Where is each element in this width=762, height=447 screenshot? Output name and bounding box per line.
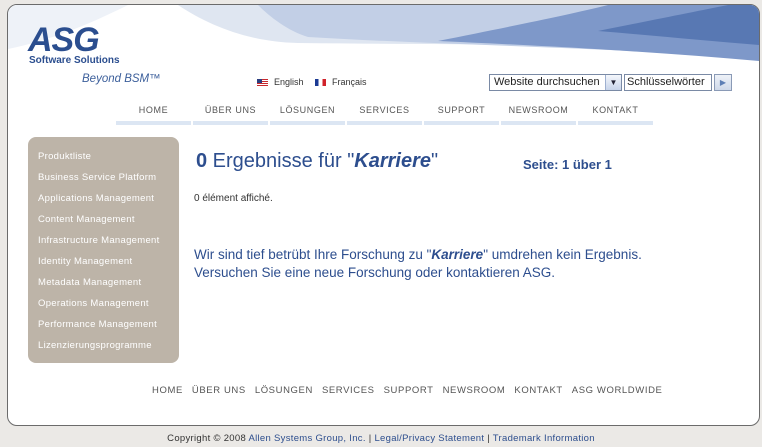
sidebar-item-business-service-platform[interactable]: Business Service Platform — [38, 172, 156, 183]
footer-link-kontakt[interactable]: KONTAKT — [514, 385, 562, 396]
legal-privacy-link[interactable]: Legal/Privacy Statement — [374, 433, 484, 444]
language-label: Français — [332, 77, 367, 87]
nav-kontakt[interactable]: KONTAKT — [578, 104, 653, 125]
logo-tagline: Beyond BSM™ — [82, 73, 161, 85]
company-link[interactable]: Allen Systems Group, Inc. — [248, 433, 365, 444]
footer-link-services[interactable]: SERVICES — [322, 385, 375, 396]
nav-support[interactable]: SUPPORT — [424, 104, 499, 125]
logo-wordmark: ASG — [28, 21, 100, 59]
search-query: Karriere — [354, 150, 432, 172]
sidebar-item-lizenzierungsprogramme[interactable]: Lizenzierungsprogramme — [38, 340, 152, 351]
sidebar-item-metadata-management[interactable]: Metadata Management — [38, 277, 141, 288]
footer-link-uber-uns[interactable]: ÜBER UNS — [192, 385, 246, 396]
copyright-prefix: Copyright © 2008 — [167, 433, 249, 444]
footer-nav: HOME ÜBER UNS LÖSUNGEN SERVICES SUPPORT … — [152, 385, 671, 396]
nav-newsroom[interactable]: NEWSROOM — [501, 104, 576, 125]
footer-link-home[interactable]: HOME — [152, 385, 183, 396]
logo-subtitle: Software Solutions — [29, 55, 120, 66]
sidebar-item-content-management[interactable]: Content Management — [38, 214, 135, 225]
page-indicator: Seite: 1 über 1 — [523, 157, 612, 172]
items-shown-text: 0 élément affiché. — [194, 193, 273, 204]
search-scope-select[interactable]: Website durchsuchen ▼ — [489, 74, 622, 91]
copyright-separator: | — [484, 433, 493, 444]
language-french-link[interactable]: Français — [315, 77, 367, 87]
search-scope-value: Website durchsuchen — [494, 76, 600, 88]
message-query: Karriere — [431, 247, 484, 262]
search-go-button[interactable]: ▶ — [714, 74, 732, 91]
results-title: 0 Ergebnisse für "Karriere" — [196, 150, 438, 173]
search-keyword-input[interactable]: Schlüsselwörter — [624, 74, 712, 91]
sidebar-item-produktliste[interactable]: Produktliste — [38, 151, 91, 162]
sidebar-item-operations-management[interactable]: Operations Management — [38, 298, 149, 309]
nav-losungen[interactable]: LÖSUNGEN — [270, 104, 345, 125]
france-flag-icon — [315, 79, 326, 87]
copyright-bar: Copyright © 2008 Allen Systems Group, In… — [0, 433, 762, 444]
result-count: 0 — [196, 150, 208, 172]
arrow-right-icon: ▶ — [719, 78, 727, 87]
footer-link-support[interactable]: SUPPORT — [384, 385, 434, 396]
asg-logo[interactable]: ASG Software Solutions — [28, 21, 120, 67]
main-nav: HOME ÜBER UNS LÖSUNGEN SERVICES SUPPORT … — [116, 104, 655, 125]
nav-home[interactable]: HOME — [116, 104, 191, 125]
sidebar-item-applications-management[interactable]: Applications Management — [38, 193, 154, 204]
language-label: English — [274, 77, 304, 87]
header-swoosh — [8, 5, 759, 61]
chevron-down-icon[interactable]: ▼ — [605, 75, 621, 90]
product-sidebar: Produktliste Business Service Platform A… — [28, 137, 179, 363]
page-frame: ASG Software Solutions Beyond BSM™ Engli… — [7, 4, 760, 426]
sidebar-item-identity-management[interactable]: Identity Management — [38, 256, 132, 267]
nav-services[interactable]: SERVICES — [347, 104, 422, 125]
no-results-message: Wir sind tief betrübt Ihre Forschung zu … — [194, 246, 664, 282]
us-flag-icon — [257, 79, 268, 87]
language-english-link[interactable]: English — [257, 77, 304, 87]
footer-link-asg-worldwide[interactable]: ASG WORLDWIDE — [572, 385, 663, 396]
trademark-link[interactable]: Trademark Information — [493, 433, 595, 444]
results-title-end: " — [431, 150, 439, 172]
footer-link-losungen[interactable]: LÖSUNGEN — [255, 385, 313, 396]
sidebar-item-performance-management[interactable]: Performance Management — [38, 319, 157, 330]
sidebar-item-infrastructure-management[interactable]: Infrastructure Management — [38, 235, 160, 246]
nav-uber-uns[interactable]: ÜBER UNS — [193, 104, 268, 125]
message-start: Wir sind tief betrübt Ihre Forschung zu … — [194, 247, 432, 262]
footer-link-newsroom[interactable]: NEWSROOM — [443, 385, 506, 396]
results-title-text: Ergebnisse für " — [207, 150, 355, 172]
